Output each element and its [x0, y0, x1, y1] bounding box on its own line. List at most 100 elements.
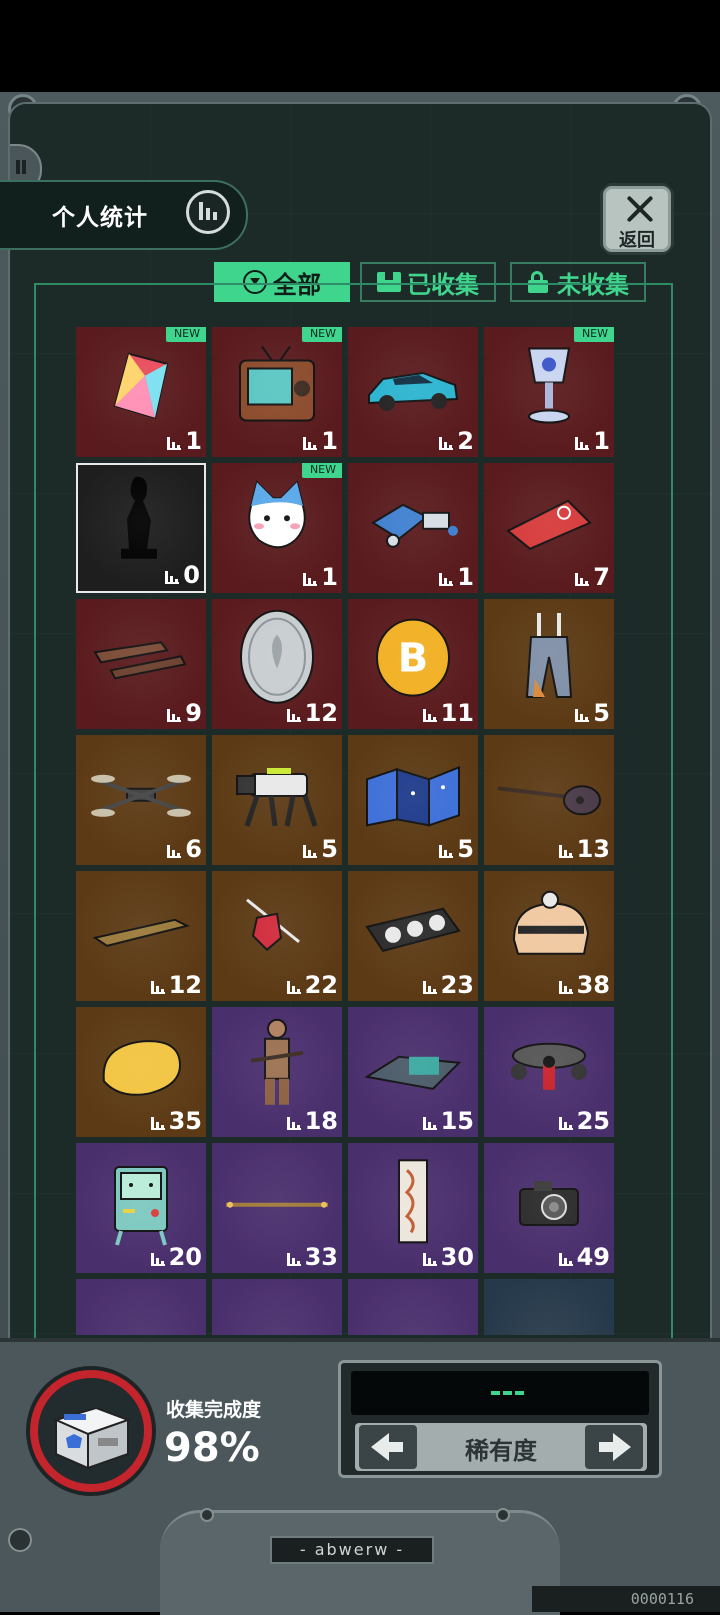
lamp-icon: [237, 890, 317, 974]
collection-item-bowl[interactable]: [76, 1279, 206, 1335]
collection-item-crystal[interactable]: NEW 1: [76, 327, 206, 457]
crate-icon: [38, 1378, 144, 1484]
collection-item-gadget[interactable]: 15: [348, 1007, 478, 1137]
item-count: 1: [303, 427, 338, 455]
collection-item-staff[interactable]: 33: [212, 1143, 342, 1273]
completion-value: 98%: [164, 1425, 260, 1471]
item-count-value: 1: [321, 563, 338, 591]
close-icon: [623, 194, 657, 224]
new-badge: NEW: [301, 327, 342, 342]
screw-icon: [496, 1508, 510, 1522]
collection-item-terracotta-warrior[interactable]: 18: [212, 1007, 342, 1137]
silver-coin-icon: [235, 607, 319, 711]
collection-item-sports-car[interactable]: 2: [348, 327, 478, 457]
stats-icon: [286, 709, 301, 722]
collection-grid-viewport[interactable]: NEW 1 NEW 1 2 NEW 1 0 NEW 1 1 7 9 12 B 11 5 6 5 5 13 12 22 23 38…: [76, 327, 618, 1335]
item-count-value: 6: [185, 835, 202, 863]
stats-icon: [150, 981, 165, 994]
item-count: 5: [303, 835, 338, 863]
bread-icon: [96, 1031, 186, 1105]
collection-item-bitcoin[interactable]: B 11: [348, 599, 478, 729]
stats-icon: [167, 437, 182, 450]
collection-item-graphics-card[interactable]: 23: [348, 871, 478, 1001]
trophy-goblet-icon: [519, 343, 579, 433]
collection-item-basketball[interactable]: [484, 1279, 614, 1335]
item-count: 12: [286, 699, 338, 727]
personal-stats-button[interactable]: 个人统计: [0, 180, 248, 250]
item-count-value: 15: [440, 1107, 474, 1135]
item-count-value: 5: [593, 699, 610, 727]
stats-icon: [167, 845, 182, 858]
collection-item-helmet[interactable]: 38: [484, 871, 614, 1001]
stats-icon: [439, 437, 454, 450]
collection-item-bread[interactable]: 35: [76, 1007, 206, 1137]
helmet-icon: [504, 890, 594, 974]
collection-item-cat-plush[interactable]: NEW 1: [212, 463, 342, 593]
stats-icon: [303, 437, 318, 450]
item-count: 35: [150, 1107, 202, 1135]
crystal-icon: [101, 346, 181, 430]
collection-item-wood-sticks[interactable]: 9: [76, 599, 206, 729]
item-count: 5: [575, 699, 610, 727]
collection-item-overalls[interactable]: 5: [484, 599, 614, 729]
collection-item-gear[interactable]: [212, 1279, 342, 1335]
bar-chart-icon: [186, 190, 230, 234]
personal-stats-label: 个人统计: [52, 205, 148, 231]
next-arrow-icon[interactable]: [585, 1425, 643, 1469]
red-card-icon: [504, 493, 594, 557]
collection-item-retro-tv[interactable]: NEW 1: [212, 327, 342, 457]
stats-icon: [422, 1117, 437, 1130]
item-count-value: 35: [168, 1107, 202, 1135]
stats-icon: [558, 1117, 573, 1130]
cat-plush-icon: [237, 476, 317, 570]
back-button[interactable]: 返回: [600, 183, 674, 255]
collection-item-camera[interactable]: 49: [484, 1143, 614, 1273]
svg-text:B: B: [398, 636, 429, 682]
new-badge: NEW: [573, 327, 614, 342]
item-count: 1: [575, 427, 610, 455]
stats-icon: [558, 1253, 573, 1266]
collection-item-silver-coin[interactable]: 12: [212, 599, 342, 729]
item-count: 30: [422, 1243, 474, 1271]
collection-item-bmo[interactable]: 20: [76, 1143, 206, 1273]
staff-icon: [222, 1195, 332, 1219]
collection-item-scroll[interactable]: 30: [348, 1143, 478, 1273]
stats-icon: [303, 845, 318, 858]
collection-item-guitar[interactable]: 13: [484, 735, 614, 865]
drone-icon: [91, 765, 191, 829]
collection-item-space-map[interactable]: 5: [348, 735, 478, 865]
item-count-value: 12: [304, 699, 338, 727]
item-count: 13: [558, 835, 610, 863]
robot-toy-icon: [363, 493, 463, 557]
collection-item-trophy-goblet[interactable]: NEW 1: [484, 327, 614, 457]
collection-item-drone[interactable]: 6: [76, 735, 206, 865]
stats-icon: [575, 573, 590, 586]
item-count-value: 9: [185, 699, 202, 727]
rarity-bar: 稀有度: [355, 1423, 647, 1471]
collection-item-lamp[interactable]: 22: [212, 871, 342, 1001]
collection-item-diorama[interactable]: 25: [484, 1007, 614, 1137]
stats-icon: [439, 845, 454, 858]
item-count: 1: [167, 427, 202, 455]
item-count: 5: [439, 835, 474, 863]
item-count-value: 1: [457, 563, 474, 591]
collection-item-statue-silhouette[interactable]: 0: [76, 463, 206, 593]
stats-icon: [558, 981, 573, 994]
collection-item-phone[interactable]: 12: [76, 871, 206, 1001]
stats-icon: [150, 1117, 165, 1130]
collection-item-robot-dog[interactable]: 5: [212, 735, 342, 865]
item-count-value: 11: [440, 699, 474, 727]
overalls-icon: [519, 609, 579, 709]
stats-icon: [165, 571, 180, 584]
stats-icon: [575, 437, 590, 450]
item-count: 49: [558, 1243, 610, 1271]
serial-counter: 0000116: [532, 1586, 720, 1612]
name-plate: - abwerw -: [270, 1536, 434, 1564]
graphics-card-icon: [363, 901, 463, 965]
collection-item-red-card[interactable]: 7: [484, 463, 614, 593]
collection-item-figure[interactable]: [348, 1279, 478, 1335]
completion-label: 收集完成度: [166, 1399, 262, 1421]
terracotta-warrior-icon: [247, 1015, 307, 1119]
new-badge: NEW: [301, 463, 342, 478]
collection-item-robot-toy[interactable]: 1: [348, 463, 478, 593]
